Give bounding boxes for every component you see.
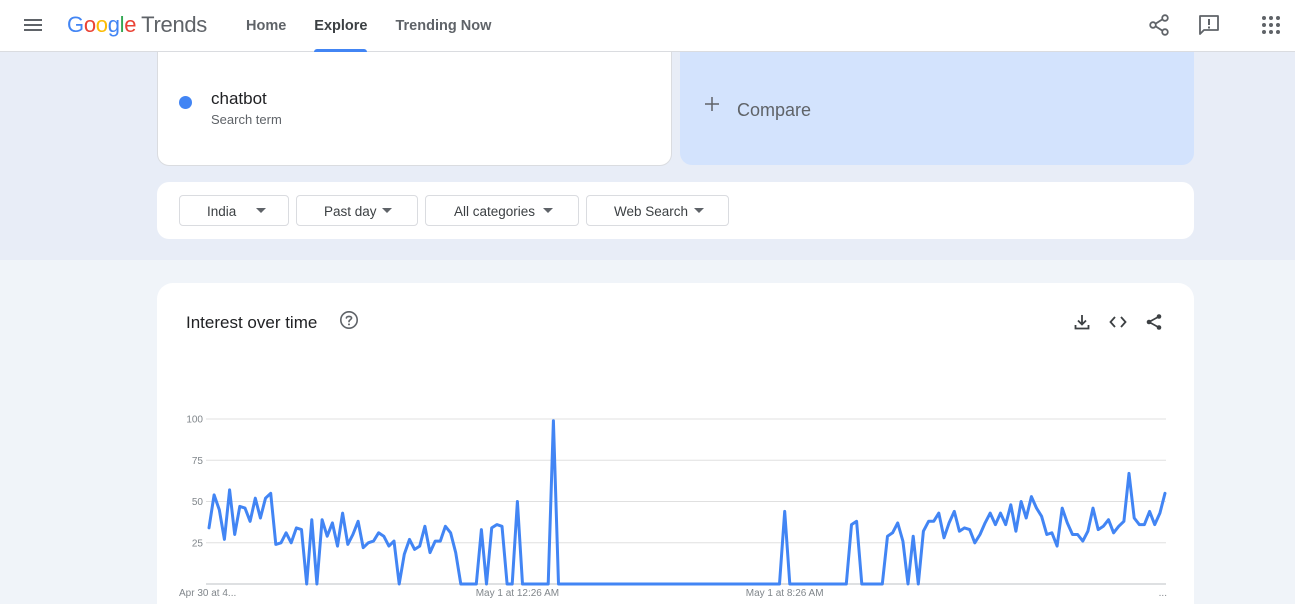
search-term-card[interactable]: chatbot Search term [157,52,672,166]
menu-icon[interactable] [22,14,44,36]
y-tick-label: 25 [192,538,204,549]
series-line-chatbot [207,419,1167,586]
compare-label: Compare [737,100,812,120]
y-tick-label: 75 [192,456,204,467]
region-dropdown[interactable]: India [179,195,289,226]
caret-down-icon [543,208,553,213]
y-tick-label: 50 [192,497,204,508]
category-value: All categories [454,204,536,219]
search-term-name[interactable]: chatbot [211,89,267,109]
time-range-value: Past day [324,204,377,219]
interest-over-time-card: Interest over time 25 50 75 100 Apr 30 at 4.… [157,283,1194,604]
x-tick-label: Apr 30 at 4... [179,588,236,599]
search-term-subtitle: Search term [211,112,282,127]
time-range-dropdown[interactable]: Past day [296,195,418,226]
share-icon[interactable] [1146,12,1172,38]
google-trends-logo[interactable]: Google Trends [67,11,207,39]
interest-line-chart: 25 50 75 100 Apr 30 at 4... May 1 at 12:26 AM… [179,415,1167,600]
region-value: India [207,204,237,219]
x-tick-label: May 1 at 12:26 AM [476,588,559,599]
nav-trending-now[interactable]: Trending Now [381,0,505,52]
search-type-value: Web Search [614,204,689,219]
top-header: Google Trends Home Explore Trending Now [0,0,1295,52]
compare-button[interactable]: Compare [680,52,1194,165]
x-tick-label: May 1 at 8:26 AM [746,588,824,599]
caret-down-icon [256,208,266,213]
nav-home[interactable]: Home [232,0,300,52]
feedback-icon[interactable] [1196,12,1222,38]
nav-explore[interactable]: Explore [300,0,381,52]
series-color-dot [179,96,192,109]
x-tick-label: ... [1159,588,1167,599]
plus-icon [705,97,719,111]
apps-icon[interactable] [1258,12,1284,38]
search-type-dropdown[interactable]: Web Search [586,195,729,226]
caret-down-icon [694,208,704,213]
main-nav: Home Explore Trending Now [232,0,505,52]
category-dropdown[interactable]: All categories [425,195,579,226]
caret-down-icon [382,208,392,213]
y-tick-label: 100 [186,415,203,426]
filter-bar: India Past day All categories Web Search [157,182,1194,239]
